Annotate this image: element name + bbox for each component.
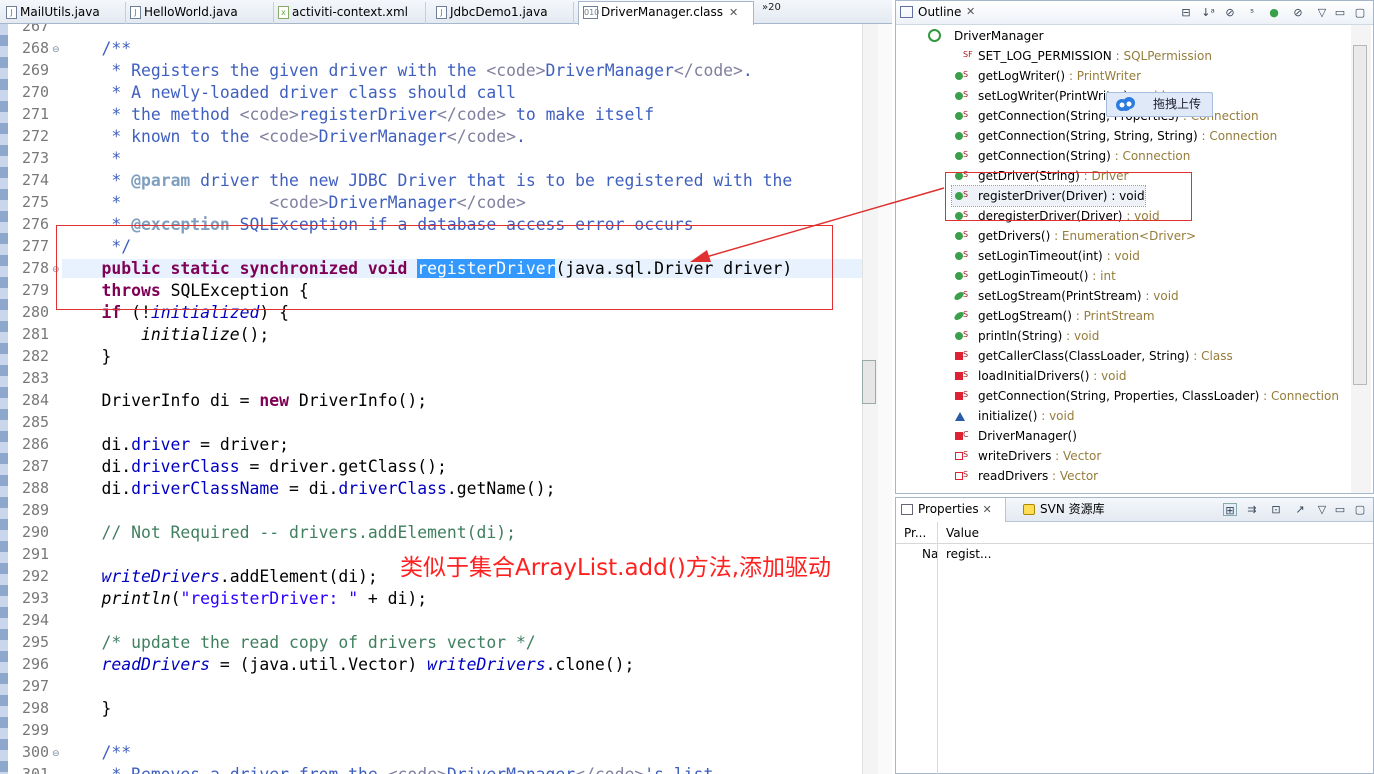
eclipse-window: J MailUtils.java J HelloWorld.java x activi… [0,0,1374,774]
annotation-arrow [690,187,945,262]
annotation-note: 类似于集合ArrayList.add()方法,添加驱动 [400,555,832,581]
